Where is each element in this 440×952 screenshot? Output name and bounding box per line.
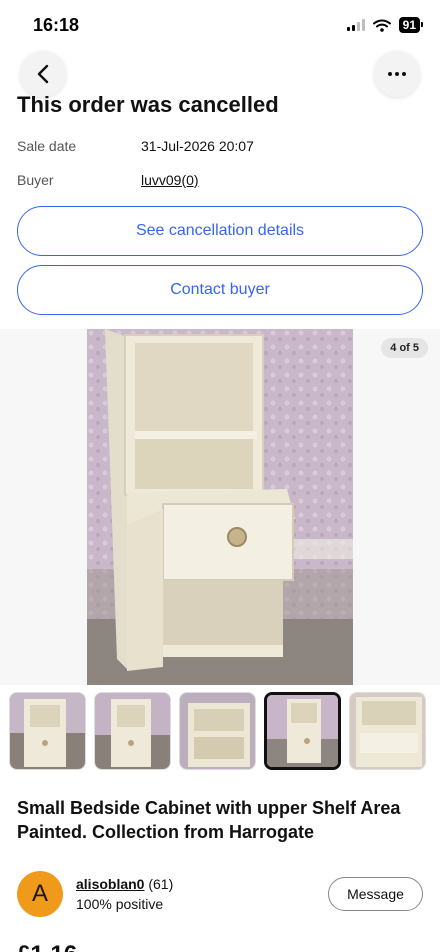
- image-gallery[interactable]: 4 of 5: [0, 329, 440, 685]
- thumbnail-1[interactable]: [9, 692, 86, 770]
- main-product-image[interactable]: [87, 329, 353, 685]
- status-time: 16:18: [33, 15, 80, 35]
- seller-feedback-count: (61): [148, 876, 174, 892]
- thumbnail-strip: [0, 692, 440, 770]
- buyer-link[interactable]: luvv09(0): [141, 172, 199, 188]
- seller-username[interactable]: alisoblan0: [76, 876, 144, 892]
- more-horizontal-icon: [388, 72, 406, 76]
- image-counter: 4 of 5: [381, 338, 428, 358]
- see-cancellation-details-button[interactable]: See cancellation details: [17, 206, 423, 256]
- thumbnail-4[interactable]: [264, 692, 341, 770]
- order-status-heading: This order was cancelled: [17, 96, 279, 117]
- status-bar: 16:18 91: [0, 0, 440, 52]
- signal-icon: [346, 19, 365, 31]
- seller-card: A alisoblan0 (61) 100% positive Message: [17, 870, 423, 918]
- thumbnail-5[interactable]: [349, 692, 426, 770]
- chevron-left-icon: [37, 64, 49, 84]
- seller-avatar[interactable]: A: [17, 871, 63, 917]
- status-icons: 91: [346, 17, 424, 33]
- listing-price: £1.16: [17, 938, 117, 952]
- battery-icon: 91: [398, 17, 424, 33]
- thumbnail-3[interactable]: [179, 692, 256, 770]
- contact-buyer-button[interactable]: Contact buyer: [17, 265, 423, 315]
- listing-title: Small Bedside Cabinet with upper Shelf A…: [17, 798, 401, 842]
- seller-feedback-percent: 100% positive: [76, 896, 164, 912]
- back-button[interactable]: [20, 51, 66, 97]
- message-button[interactable]: Message: [328, 877, 423, 911]
- seller-name[interactable]: alisoblan0 (61): [76, 876, 173, 892]
- buyer-label: Buyer: [17, 172, 54, 188]
- thumbnail-2[interactable]: [94, 692, 171, 770]
- more-options-button[interactable]: [374, 51, 420, 97]
- sale-date-value: 31-Jul-2026 20:07: [141, 138, 254, 154]
- wifi-icon: [372, 19, 391, 32]
- sale-date-label: Sale date: [17, 138, 77, 154]
